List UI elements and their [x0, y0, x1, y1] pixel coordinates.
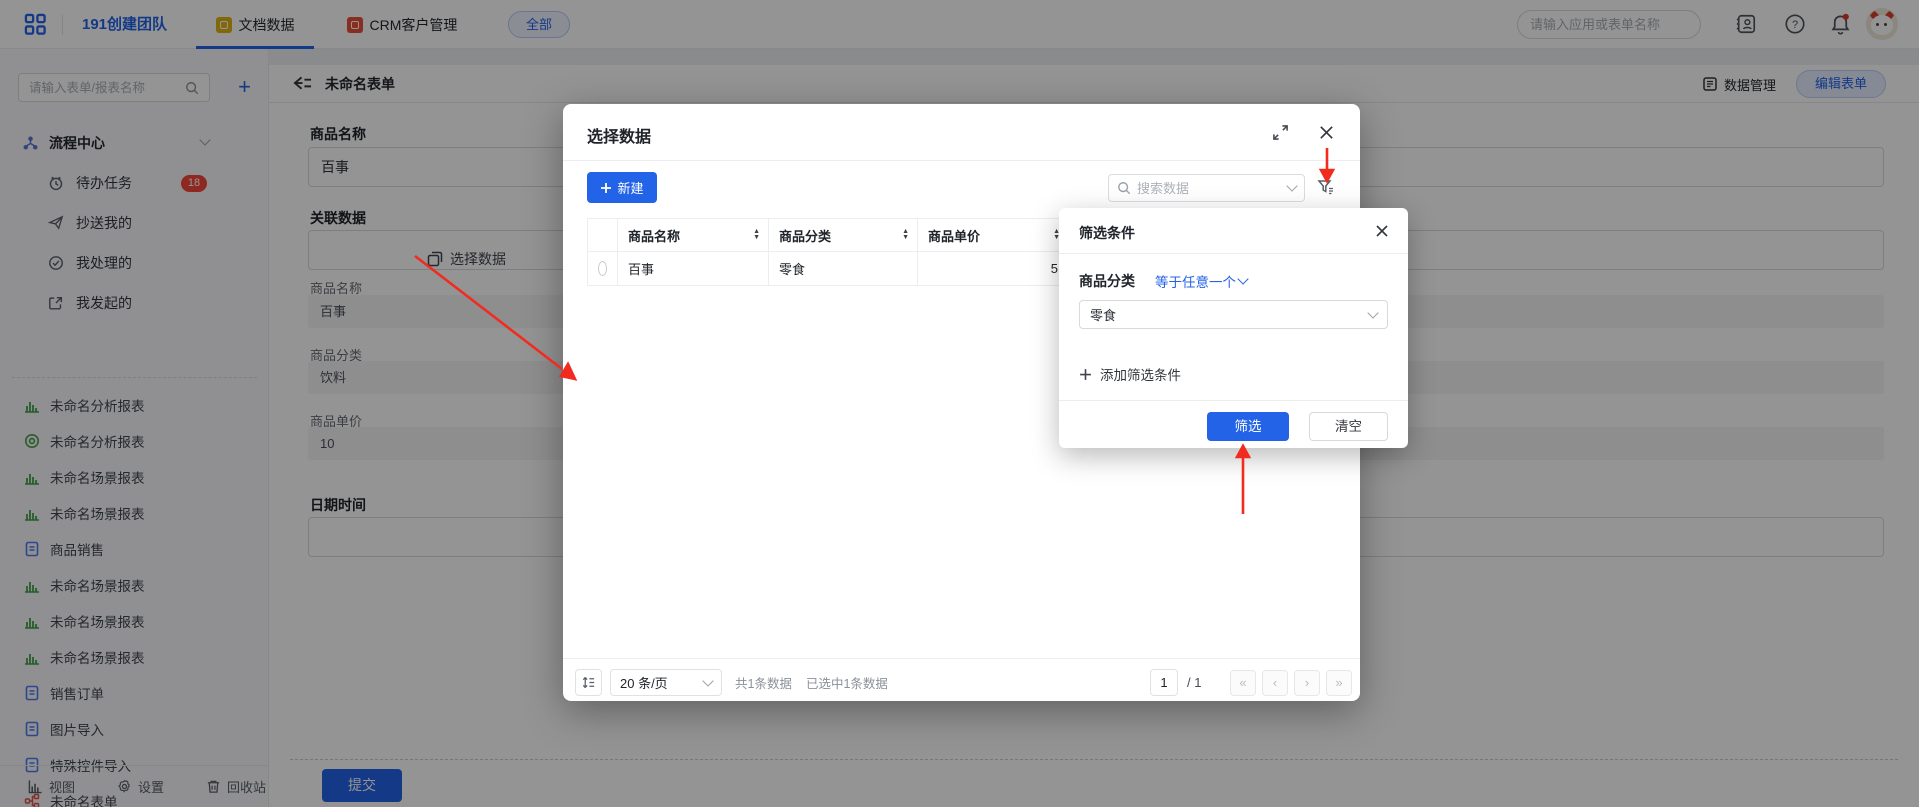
add-filter-condition-button[interactable]: 添加筛选条件	[1079, 364, 1181, 384]
modal-title: 选择数据	[587, 123, 651, 147]
chevron-down-icon	[1286, 180, 1297, 191]
filter-funnel-icon[interactable]	[1317, 178, 1335, 196]
chevron-down-icon	[1237, 273, 1248, 284]
filter-operator-label: 等于任意一个	[1155, 271, 1236, 291]
row-height-button[interactable]	[575, 669, 602, 696]
new-record-button[interactable]: 新建	[587, 172, 657, 203]
filter-value: 零食	[1090, 305, 1116, 324]
popup-divider	[1059, 253, 1408, 254]
row-select-cell[interactable]	[587, 252, 618, 285]
search-icon	[1117, 181, 1131, 195]
cell-product-name: 百事	[618, 252, 769, 285]
column-header[interactable]: 商品单价▲▼	[918, 219, 1069, 251]
filter-popup: 筛选条件 商品分类 等于任意一个 零食 添加筛选条件 筛选 清空	[1059, 208, 1408, 448]
filter-value-select[interactable]: 零食	[1079, 300, 1388, 329]
modal-footer-divider	[563, 658, 1360, 659]
new-record-label: 新建	[617, 178, 643, 197]
expand-icon[interactable]	[1272, 124, 1289, 141]
page-size-select[interactable]: 20 条/页	[610, 669, 722, 696]
page: 191创建团队 文档数据 CRM客户管理 全部 ?	[0, 0, 1919, 807]
add-condition-label: 添加筛选条件	[1100, 364, 1181, 384]
close-icon[interactable]	[1318, 124, 1335, 141]
plus-icon	[1079, 368, 1092, 381]
sort-icon[interactable]: ▲▼	[753, 229, 760, 241]
modal-search-input[interactable]	[1137, 181, 1282, 196]
prev-page-button[interactable]: ‹	[1262, 670, 1288, 696]
radio-button[interactable]	[598, 261, 607, 276]
first-page-button[interactable]: «	[1230, 670, 1256, 696]
popup-divider	[1059, 400, 1408, 401]
cell-product-category: 零食	[769, 252, 918, 285]
row-height-icon	[581, 675, 596, 690]
apply-filter-button[interactable]: 筛选	[1207, 412, 1289, 441]
column-header[interactable]: 商品名称▲▼	[618, 219, 769, 251]
page-size-value: 20 条/页	[620, 673, 668, 692]
sort-icon[interactable]: ▲▼	[902, 229, 909, 241]
pagination-summary: 共1条数据 已选中1条数据	[735, 669, 888, 696]
filter-field-label: 商品分类	[1079, 271, 1135, 291]
filter-operator-dropdown[interactable]: 等于任意一个	[1155, 271, 1247, 291]
plus-icon	[600, 182, 612, 194]
page-number-input[interactable]: 1	[1150, 669, 1178, 696]
chevron-down-icon	[1367, 307, 1378, 318]
selected-count-text: 已选中1条数据	[806, 673, 888, 692]
modal-search[interactable]	[1108, 174, 1305, 202]
modal-header-divider	[563, 160, 1360, 161]
close-icon[interactable]	[1375, 224, 1389, 238]
column-header[interactable]: 商品分类▲▼	[769, 219, 918, 251]
last-page-button[interactable]: »	[1326, 670, 1352, 696]
total-count-text: 共1条数据	[735, 673, 792, 692]
next-page-button[interactable]: ›	[1294, 670, 1320, 696]
clear-filter-button[interactable]: 清空	[1309, 412, 1388, 441]
cell-product-price: 5	[918, 252, 1069, 285]
filter-popup-title: 筛选条件	[1079, 223, 1135, 243]
chevron-down-icon	[702, 675, 713, 686]
page-total-text: / 1	[1187, 669, 1201, 696]
select-all-cell	[587, 219, 618, 251]
